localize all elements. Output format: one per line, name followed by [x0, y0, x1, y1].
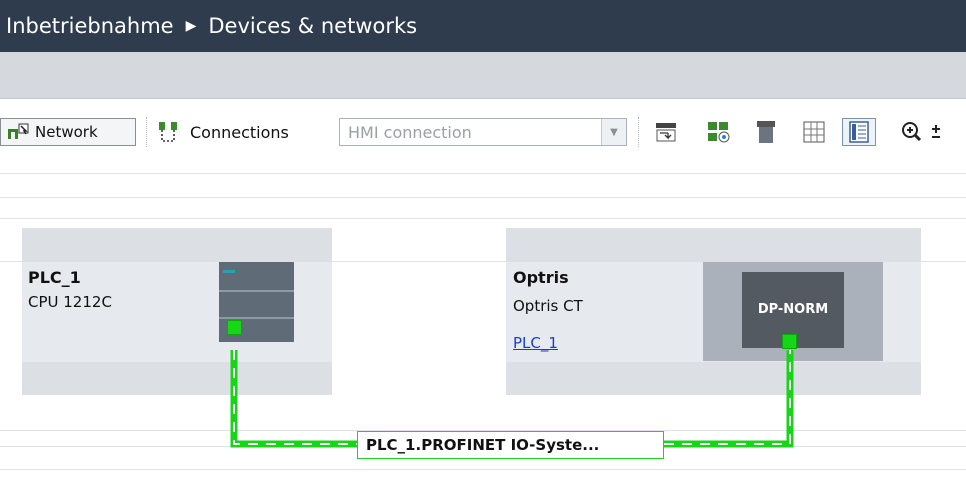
- device-footer-band: [506, 362, 921, 395]
- properties-panel-icon: [849, 121, 869, 143]
- device-footer-band: [22, 362, 332, 395]
- device-header-band: [506, 228, 921, 262]
- breadcrumb-separator-icon: ▶: [185, 18, 197, 34]
- grid-line: [0, 218, 966, 219]
- grid-line: [0, 197, 966, 198]
- device-tree-icon: [708, 122, 730, 143]
- grid-line: [0, 173, 966, 174]
- dropdown-arrow-icon[interactable]: ▼: [601, 119, 626, 145]
- plc-module-line: [219, 317, 294, 319]
- plc-profinet-port[interactable]: [227, 320, 242, 335]
- toolbar: Network Connections HMI connection ▼: [0, 99, 966, 163]
- module-button[interactable]: [752, 118, 780, 146]
- zoom-button[interactable]: [896, 118, 952, 146]
- device-name-icon: [656, 123, 676, 142]
- network-view-label: Network: [35, 123, 98, 141]
- assigned-controller-link[interactable]: PLC_1: [513, 334, 558, 352]
- optris-network-port[interactable]: [782, 334, 797, 349]
- toolbar-divider: [146, 117, 147, 147]
- device-name-button[interactable]: [652, 118, 680, 146]
- device-type: CPU 1212C: [28, 293, 112, 311]
- properties-panel-button[interactable]: [842, 118, 876, 146]
- profinet-io-system-label[interactable]: PLC_1.PROFINET IO-Syste...: [357, 431, 664, 459]
- device-header-band: [22, 228, 332, 262]
- device-type: Optris CT: [513, 297, 583, 315]
- connections-icon: [159, 122, 177, 142]
- breadcrumb: Inbetriebnahme ▶ Devices & networks: [0, 0, 966, 52]
- toolbar-divider: [638, 117, 639, 147]
- breadcrumb-project[interactable]: Inbetriebnahme: [6, 14, 174, 38]
- editor-header-strip: [0, 52, 966, 99]
- connection-type-value: HMI connection: [348, 122, 472, 142]
- device-name[interactable]: Optris: [513, 268, 569, 287]
- connections-button[interactable]: Connections: [156, 118, 289, 146]
- connection-type-select[interactable]: HMI connection ▼: [339, 118, 627, 146]
- plc-module-line: [219, 290, 294, 292]
- device-tree-button[interactable]: [705, 118, 733, 146]
- connections-label: Connections: [190, 122, 289, 142]
- grid-button[interactable]: [800, 118, 828, 146]
- device-name[interactable]: PLC_1: [28, 268, 81, 287]
- grid-line: [0, 469, 966, 470]
- breadcrumb-page: Devices & networks: [208, 14, 418, 38]
- network-view-button[interactable]: Network: [0, 118, 136, 146]
- plc-status-led: [223, 270, 235, 273]
- zoom-icon: [902, 122, 940, 142]
- grid-icon: [803, 121, 825, 143]
- network-icon: [8, 123, 29, 139]
- module-icon: [757, 121, 775, 143]
